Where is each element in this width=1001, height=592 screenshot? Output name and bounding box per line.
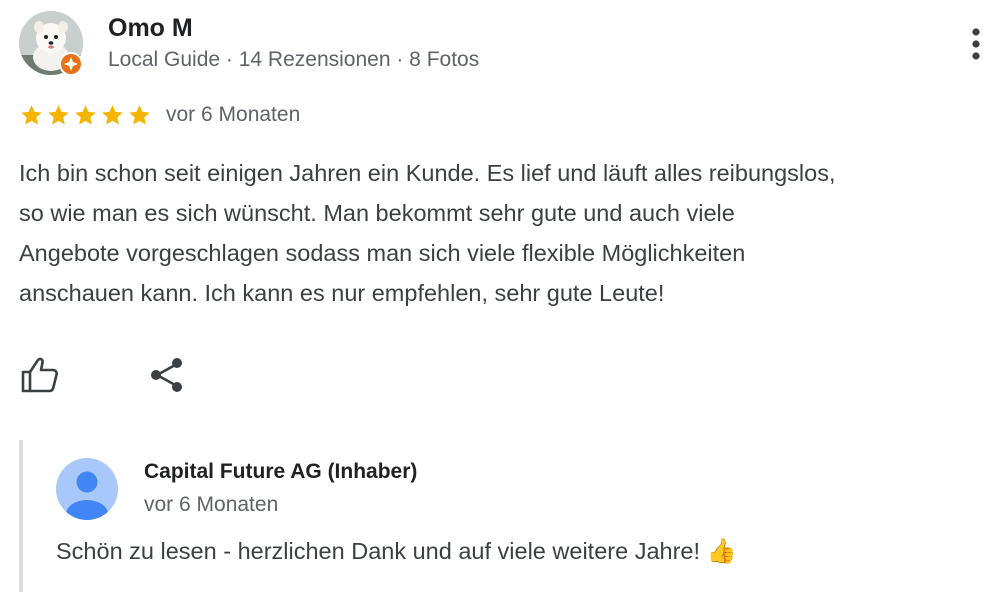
star-icon [19, 103, 44, 128]
default-person-avatar[interactable] [56, 458, 118, 520]
reply-divider [19, 440, 23, 592]
owner-reply: Capital Future AG (Inhaber) vor 6 Monate… [19, 440, 979, 592]
thumbs-up-icon[interactable] [19, 355, 61, 395]
owner-reply-date: vor 6 Monaten [144, 493, 279, 516]
thumbs-up-emoji-icon: 👍 [706, 538, 737, 565]
owner-reply-text: Schön zu lesen - herzlichen Dank und auf… [56, 537, 736, 566]
review-text-line: Angebote vorgeschlagen sodass man sich v… [19, 240, 746, 266]
reviewer-meta[interactable]: Local Guide · 14 Rezensionen · 8 Fotos [108, 48, 479, 72]
owner-name[interactable]: Capital Future AG (Inhaber) [144, 460, 417, 484]
local-guide-badge-icon [59, 52, 83, 76]
star-icon [100, 103, 125, 128]
star-rating [19, 103, 152, 128]
review-text-line: so wie man es sich wünscht. Man bekommt … [19, 200, 735, 226]
rating-row: vor 6 Monaten [19, 99, 300, 131]
review-card: Omo M Local Guide · 14 Rezensionen · 8 F… [0, 0, 1001, 592]
reviewer-name[interactable]: Omo M [108, 14, 193, 43]
review-text-line: anschauen kann. Ich kann es nur empfehle… [19, 280, 665, 306]
star-icon [127, 103, 152, 128]
owner-reply-message: Schön zu lesen - herzlichen Dank und auf… [56, 538, 701, 564]
star-icon [73, 103, 98, 128]
review-date: vor 6 Monaten [166, 103, 301, 126]
star-icon [46, 103, 71, 128]
share-icon[interactable] [147, 355, 187, 395]
review-text-line: Ich bin schon seit einigen Jahren ein Ku… [19, 160, 836, 186]
more-vert-icon[interactable] [962, 24, 990, 64]
reviewer-avatar[interactable] [19, 11, 83, 76]
review-text: Ich bin schon seit einigen Jahren ein Ku… [19, 153, 999, 313]
